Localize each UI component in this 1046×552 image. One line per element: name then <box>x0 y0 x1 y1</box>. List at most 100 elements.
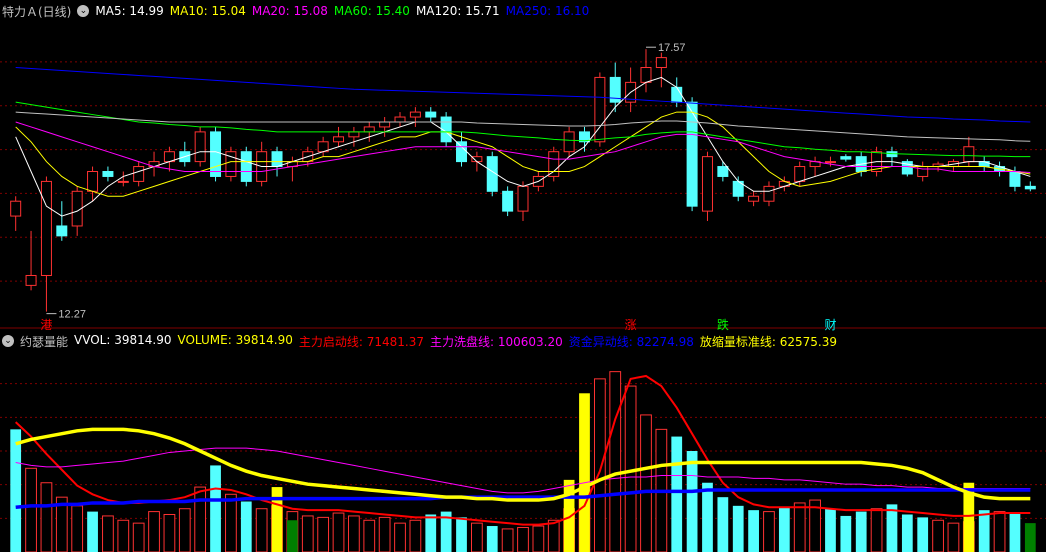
volume-bar <box>178 508 191 552</box>
candle-body <box>210 131 222 177</box>
volume-bar <box>901 514 913 552</box>
candle-body <box>425 111 437 118</box>
volume-bar-highlight <box>271 487 283 552</box>
volume-bar <box>25 467 37 552</box>
candle-body <box>348 131 360 138</box>
candle-body <box>471 156 483 163</box>
volume-legend-item-4: 资金异动线: 82274.98 <box>568 334 694 349</box>
volume-bar <box>763 511 775 552</box>
bottom-header: ⌄ 约瑟量能 VVOL: 39814.90 VOLUME: 39814.90 主力启… <box>2 332 849 350</box>
candle-body <box>133 166 145 182</box>
volume-bar <box>394 522 406 552</box>
volume-bar <box>348 515 360 552</box>
volume-bar <box>686 451 698 552</box>
volume-bar <box>717 497 729 552</box>
volume-bar <box>547 519 560 552</box>
volume-bar <box>855 511 867 552</box>
volume-bar <box>840 515 852 552</box>
volume-bar <box>517 526 529 552</box>
volume-bar-green <box>287 520 298 552</box>
event-marker-0: 港 <box>40 318 52 332</box>
candle-body <box>671 86 683 103</box>
candle-body <box>640 67 652 83</box>
ma-line-ma250 <box>15 67 1031 123</box>
settings-icon[interactable]: ⌄ <box>77 5 90 17</box>
candle-body <box>25 274 37 286</box>
volume-bar <box>593 378 606 552</box>
volume-bar <box>117 519 130 552</box>
candle-body <box>271 151 283 168</box>
volume-bar <box>148 511 160 552</box>
volume-bar <box>317 516 330 552</box>
candle-body <box>563 131 575 153</box>
volume-bar <box>87 511 98 552</box>
indicator-line-1 <box>15 447 1031 494</box>
indicator-settings-icon[interactable]: ⌄ <box>2 335 14 347</box>
volume-bar <box>10 429 22 552</box>
candle-body <box>240 151 252 182</box>
candle-body <box>763 185 775 202</box>
price-annotation-high: 17.57 <box>658 42 686 54</box>
candle-body <box>10 200 22 217</box>
ma-legend-item-2: MA20: 15.08 <box>251 4 328 18</box>
volume-bar <box>471 522 483 552</box>
candle-body <box>117 180 129 183</box>
volume-bar <box>932 519 944 552</box>
volume-bar <box>132 522 145 552</box>
candle-body <box>363 126 375 133</box>
volume-bar <box>301 515 314 552</box>
volume-bar <box>71 505 84 552</box>
volume-legend-item-0: VVOL: 39814.90 <box>74 332 172 347</box>
volume-bar <box>732 505 744 552</box>
volume-bar <box>978 510 990 552</box>
candle-body <box>502 190 514 212</box>
candle-body <box>102 171 114 177</box>
volume-bar <box>1024 523 1036 552</box>
candle-body <box>56 225 68 237</box>
volume-bar <box>947 522 960 552</box>
volume-bar <box>363 519 376 552</box>
candle-body <box>333 136 345 143</box>
volume-bar <box>748 510 759 552</box>
candle-body <box>40 180 52 276</box>
volume-legend-item-5: 放缩量标准线: 62575.39 <box>699 334 837 349</box>
volume-bar-highlight <box>579 393 590 552</box>
event-marker-2: 跌 <box>717 317 729 332</box>
ma-legend: MA5: 14.99 MA10: 15.04 MA20: 15.08 MA60: 15… <box>95 4 595 18</box>
ma-legend-item-0: MA5: 14.99 <box>95 4 164 18</box>
ma-legend-item-3: MA60: 15.40 <box>333 4 410 18</box>
chart-canvas[interactable]: 17.57 12.27 港 涨 跌 财 <box>0 0 1046 552</box>
ma-legend-item-1: MA10: 15.04 <box>169 4 246 18</box>
volume-bar <box>778 507 790 552</box>
volume-bar <box>640 414 652 552</box>
candle-body <box>840 156 852 160</box>
volume-bar <box>163 513 176 552</box>
volume-legend-item-3: 主力洗盘线: 100603.20 <box>429 334 563 349</box>
candle-body <box>394 116 406 123</box>
candle-body <box>824 161 836 164</box>
candle-body <box>87 171 99 192</box>
top-header: 特力Ａ(日线) ⌄ MA5: 14.99 MA10: 15.04 MA20: 15.… <box>2 2 601 20</box>
volume-legend-item-1: VOLUME: 39814.90 <box>177 332 293 347</box>
candle-body <box>1009 171 1021 187</box>
volume-bar <box>194 486 207 552</box>
volume-legend: VVOL: 39814.90 VOLUME: 39814.90 主力启动线: 714… <box>74 333 843 350</box>
chart-stage: 17.57 12.27 港 涨 跌 财 特力Ａ(日线) ⌄ MA5: 14.99 MA10:… <box>0 0 1046 552</box>
candle-body <box>717 166 729 177</box>
ma-legend-item-5: MA250: 16.10 <box>505 4 590 18</box>
stock-title: 特力Ａ(日线) <box>2 4 72 19</box>
candle-body <box>655 57 667 69</box>
volume-legend-item-2: 主力启动线: 71481.37 <box>298 334 424 349</box>
volume-bar <box>870 508 883 552</box>
volume-bar <box>332 512 345 552</box>
volume-bar <box>917 517 929 552</box>
candle-body <box>1024 185 1036 190</box>
volume-bar <box>486 526 498 552</box>
indicator-title: 约瑟量能 <box>20 334 69 349</box>
candle-body <box>748 195 760 202</box>
volume-bar <box>378 516 391 552</box>
ma-legend-item-4: MA120: 15.71 <box>415 4 500 18</box>
volume-bar <box>225 493 237 552</box>
volume-bar <box>210 465 221 552</box>
volume-bar <box>102 515 114 552</box>
